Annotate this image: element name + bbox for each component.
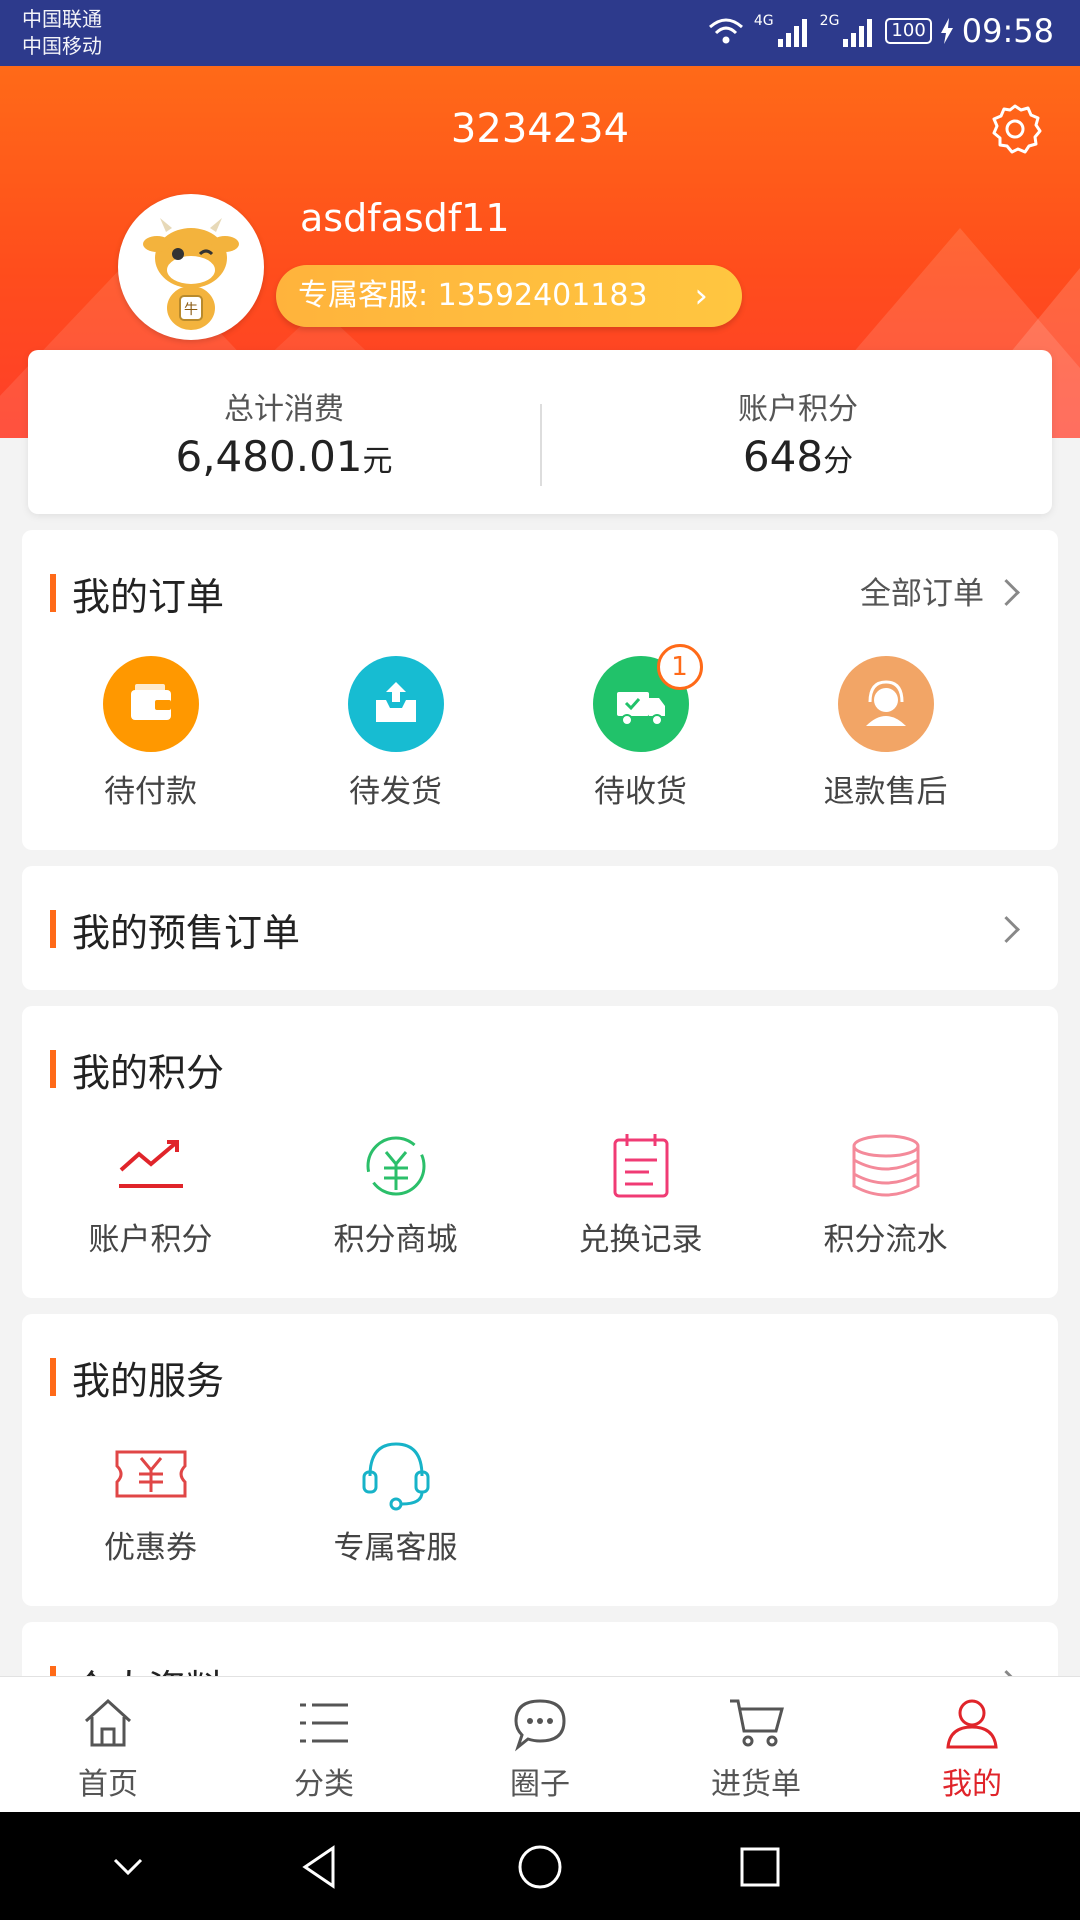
notification-badge: 1 [656, 644, 703, 690]
nav-category[interactable]: 分类 [216, 1677, 432, 1813]
chevron-right-icon [993, 916, 1020, 943]
nav-label: 分类 [294, 1767, 354, 1802]
nav-home[interactable]: 首页 [0, 1677, 216, 1813]
delivery-truck-icon: 1 [592, 644, 703, 752]
order-status-label: 待付款 [104, 774, 197, 810]
back-triangle-icon[interactable] [295, 1842, 345, 1892]
exclusive-service-button[interactable]: 专属客服: 13592401183 › [276, 265, 742, 327]
headset-icon [362, 1442, 429, 1511]
carrier-info: 中国联通 中国移动 [22, 6, 102, 60]
points-grid: 账户积分 积分商城 兑换记录 积分流水 [22, 1126, 1058, 1259]
customer-service-icon [837, 656, 934, 752]
my-services-card: 我的服务 优惠券 专属客服 [22, 1314, 1058, 1606]
nav-label: 进货单 [711, 1767, 801, 1802]
signal-icon-1 [777, 15, 812, 47]
coupon-icon [115, 1450, 186, 1498]
service-label: 优惠券 [104, 1530, 197, 1566]
total-spending-label: 总计消费 [224, 392, 344, 427]
avatar[interactable]: 牛 [118, 194, 264, 340]
exclusive-service-entry[interactable]: 专属客服 [273, 1434, 518, 1567]
user-icon [946, 1699, 998, 1749]
presale-orders-card[interactable]: 我的预售订单 [22, 866, 1058, 990]
wallet-icon [102, 656, 199, 752]
order-status-label: 待发货 [349, 774, 442, 810]
clipboard-icon [613, 1134, 668, 1198]
settings-gear-icon[interactable] [988, 102, 1042, 156]
account-points-value: 648分 [742, 432, 854, 481]
total-spending[interactable]: 总计消费 6,480.01元 [28, 350, 540, 514]
nav-mine[interactable]: 我的 [864, 1677, 1080, 1813]
chevron-right-icon [993, 579, 1020, 606]
points-label: 账户积分 [88, 1222, 213, 1258]
carrier-1: 中国联通 [22, 7, 102, 31]
section-title: 我的积分 [50, 1042, 224, 1097]
chevron-down-icon[interactable] [103, 1842, 153, 1892]
shop-id-title: 3234234 [450, 106, 630, 152]
signal-icon-2 [843, 15, 877, 47]
order-pending-payment[interactable]: 待付款 [28, 656, 273, 811]
my-points-card: 我的积分 账户积分 积分商城 兑换记录 积分流水 [22, 1006, 1058, 1298]
network-type-2: 2G [819, 13, 840, 29]
package-upload-icon [347, 656, 444, 752]
points-mall[interactable]: 积分商城 [273, 1126, 518, 1259]
coin-stack-icon [852, 1134, 919, 1197]
order-status-label: 退款售后 [823, 774, 948, 810]
account-stats-card: 总计消费 6,480.01元 账户积分 648分 [28, 350, 1052, 514]
account-points-label: 账户积分 [738, 392, 858, 427]
bottom-navigation: 首页 分类 圈子 进货单 我的 [0, 1676, 1080, 1813]
section-title: 我的预售订单 [50, 902, 300, 957]
service-label: 专属客服 [333, 1530, 458, 1566]
points-label: 积分商城 [333, 1222, 458, 1258]
services-grid: 优惠券 专属客服 [22, 1434, 1058, 1567]
network-type-1: 4G [753, 13, 774, 29]
username: asdfasdf11 [300, 196, 510, 240]
battery-icon: 100 [885, 18, 932, 44]
wifi-icon [708, 18, 743, 44]
carrier-2: 中国移动 [22, 34, 102, 58]
home-icon [84, 1698, 132, 1747]
nav-label: 圈子 [510, 1767, 570, 1802]
clock: 09:58 [961, 12, 1054, 50]
points-account[interactable]: 账户积分 [28, 1126, 273, 1259]
nav-label: 首页 [78, 1767, 138, 1802]
nav-cart[interactable]: 进货单 [648, 1677, 864, 1813]
section-title: 我的订单 [50, 566, 224, 621]
exchange-records[interactable]: 兑换记录 [518, 1126, 763, 1259]
cow-mascot-avatar-icon: 牛 [143, 218, 239, 330]
account-points[interactable]: 账户积分 648分 [542, 350, 1054, 514]
cart-icon [730, 1699, 784, 1747]
charging-icon [940, 18, 953, 44]
chevron-right-icon: › [694, 276, 708, 316]
coupon-entry[interactable]: 优惠券 [28, 1434, 273, 1567]
order-refund-aftersale[interactable]: 退款售后 [763, 656, 1008, 811]
points-label: 积分流水 [823, 1222, 948, 1258]
order-pending-receipt[interactable]: 1 待收货 [518, 644, 763, 811]
list-icon [300, 1703, 348, 1743]
status-bar: 中国联通 中国移动 4G 2G 100 09:58 [0, 0, 1080, 66]
nav-circle[interactable]: 圈子 [432, 1677, 648, 1813]
points-flow[interactable]: 积分流水 [763, 1126, 1008, 1259]
order-status-label: 待收货 [594, 774, 687, 810]
system-navigation-bar [0, 1812, 1080, 1920]
order-status-grid: 待付款 待发货 1 待收货 退款售后 [22, 644, 1058, 811]
svg-text:牛: 牛 [184, 302, 198, 318]
trend-chart-icon [118, 1140, 183, 1188]
section-title: 我的服务 [50, 1350, 224, 1405]
status-indicators: 4G 2G 100 09:58 [706, 12, 1054, 50]
my-orders-card: 我的订单 全部订单 待付款 待发货 1 待收货 退款售后 [22, 530, 1058, 850]
all-orders-link[interactable]: 全部订单 [860, 568, 984, 613]
chat-bubble-icon [514, 1699, 566, 1752]
points-label: 兑换记录 [578, 1222, 703, 1258]
yuan-exchange-icon [366, 1136, 425, 1196]
service-label: 专属客服: 13592401183 [298, 278, 648, 313]
home-circle-icon[interactable] [515, 1842, 565, 1892]
total-spending-value: 6,480.01元 [175, 432, 393, 481]
recents-square-icon[interactable] [735, 1842, 785, 1892]
order-pending-shipment[interactable]: 待发货 [273, 656, 518, 811]
nav-label: 我的 [942, 1767, 1002, 1802]
